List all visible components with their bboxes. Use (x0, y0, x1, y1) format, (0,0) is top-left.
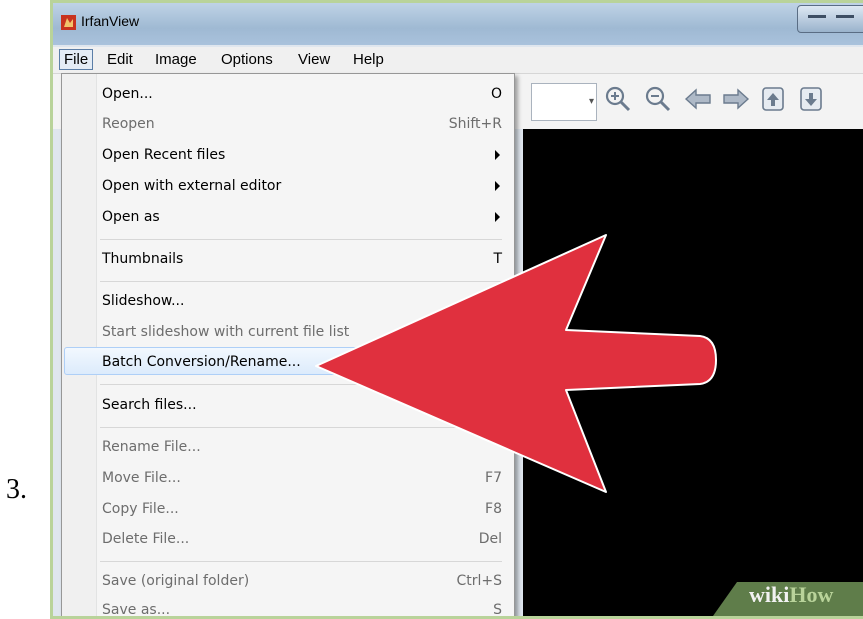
pointer-arrow-icon (315, 234, 717, 493)
